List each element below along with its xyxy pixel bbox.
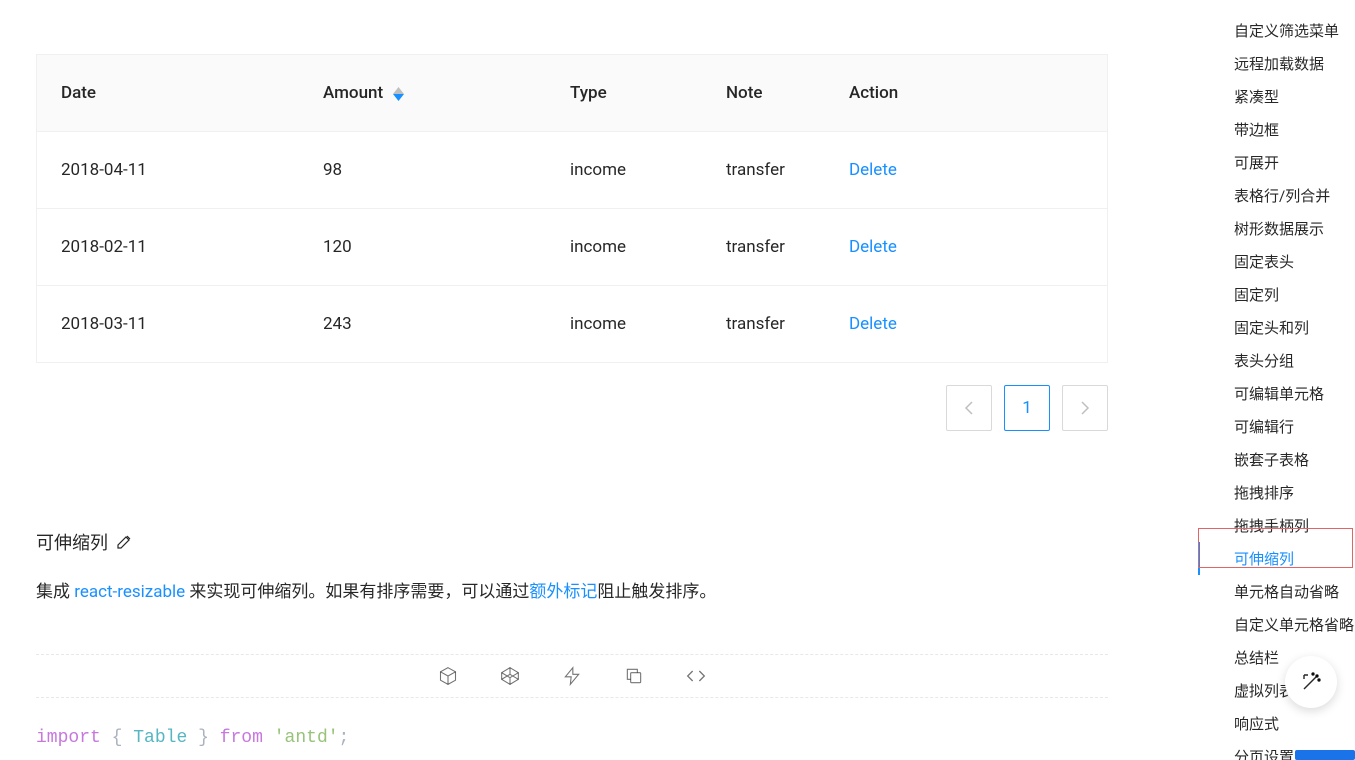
cell-date: 2018-03-11	[37, 286, 299, 363]
theme-editor-fab[interactable]	[1285, 656, 1337, 708]
cell-note: transfer	[702, 132, 825, 209]
sidebar-item[interactable]: 表格行/列合并	[1198, 179, 1355, 212]
sidebar-item[interactable]: 紧凑型	[1198, 80, 1355, 113]
cell-type: income	[546, 132, 702, 209]
sort-icon[interactable]	[393, 87, 404, 101]
sidebar-item[interactable]: 固定表头	[1198, 245, 1355, 278]
copy-icon[interactable]	[623, 665, 645, 687]
sidebar-item[interactable]: 拖拽排序	[1198, 476, 1355, 509]
delete-link[interactable]: Delete	[849, 237, 897, 257]
cell-note: transfer	[702, 286, 825, 363]
codesandbox-icon[interactable]	[437, 665, 459, 687]
sidebar-item[interactable]: 固定列	[1198, 278, 1355, 311]
col-header-date[interactable]: Date	[37, 55, 299, 132]
extra-mark-link[interactable]: 额外标记	[529, 582, 597, 602]
section-description: 集成 react-resizable 来实现可伸缩列。如果有排序需要，可以通过额…	[36, 579, 1109, 606]
stackblitz-icon[interactable]	[561, 665, 583, 687]
sidebar-item[interactable]: 单元格自动省略	[1198, 575, 1355, 608]
sidebar-item[interactable]: 自定义筛选菜单	[1198, 14, 1355, 47]
cell-amount: 98	[299, 132, 546, 209]
codepen-icon[interactable]	[499, 665, 521, 687]
sidebar-item[interactable]: 可编辑行	[1198, 410, 1355, 443]
pagination-prev-button[interactable]	[946, 385, 992, 431]
cell-type: income	[546, 209, 702, 286]
cell-date: 2018-04-11	[37, 132, 299, 209]
sidebar-item[interactable]: 表头分组	[1198, 344, 1355, 377]
data-table: Date Amount Type Note Action	[36, 54, 1108, 363]
pagination-next-button[interactable]	[1062, 385, 1108, 431]
cell-date: 2018-02-11	[37, 209, 299, 286]
anchor-sidebar: 自定义筛选菜单 远程加载数据 紧凑型 带边框 可展开 表格行/列合并 树形数据展…	[1198, 0, 1355, 760]
sidebar-item[interactable]: 自定义单元格省略	[1198, 608, 1355, 641]
sidebar-item-active[interactable]: 可伸缩列	[1198, 542, 1355, 575]
react-resizable-link[interactable]: react-resizable	[74, 582, 185, 602]
table-row: 2018-03-11 243 income transfer Delete	[37, 286, 1107, 363]
code-icon[interactable]	[685, 665, 707, 687]
delete-link[interactable]: Delete	[849, 160, 897, 180]
delete-link[interactable]: Delete	[849, 314, 897, 334]
sidebar-item[interactable]: 固定头和列	[1198, 311, 1355, 344]
sidebar-item[interactable]: 嵌套子表格	[1198, 443, 1355, 476]
code-toolbar	[36, 654, 1108, 698]
table-row: 2018-04-11 98 income transfer Delete	[37, 132, 1107, 209]
pagination-page-1-button[interactable]: 1	[1004, 385, 1050, 431]
table-row: 2018-02-11 120 income transfer Delete	[37, 209, 1107, 286]
sidebar-item[interactable]: 可展开	[1198, 146, 1355, 179]
cell-note: transfer	[702, 209, 825, 286]
sidebar-item[interactable]: 带边框	[1198, 113, 1355, 146]
table-header-row: Date Amount Type Note Action	[37, 55, 1107, 132]
cell-amount: 243	[299, 286, 546, 363]
cell-amount: 120	[299, 209, 546, 286]
sidebar-item[interactable]: 远程加载数据	[1198, 47, 1355, 80]
sidebar-item[interactable]: 树形数据展示	[1198, 212, 1355, 245]
col-header-note[interactable]: Note	[702, 55, 825, 132]
sidebar-item[interactable]: 拖拽手柄列	[1198, 509, 1355, 542]
horizontal-scrollbar-thumb[interactable]	[1295, 750, 1355, 760]
col-header-type[interactable]: Type	[546, 55, 702, 132]
pagination: 1	[36, 385, 1108, 431]
section-title: 可伸缩列	[36, 529, 1109, 555]
col-header-amount[interactable]: Amount	[299, 55, 546, 132]
edit-icon[interactable]	[116, 534, 132, 550]
cell-type: income	[546, 286, 702, 363]
col-header-action: Action	[825, 55, 1107, 132]
sidebar-item[interactable]: 响应式	[1198, 707, 1355, 740]
sidebar-item[interactable]: 可编辑单元格	[1198, 377, 1355, 410]
code-block: import { Table } from 'antd';	[36, 728, 1109, 748]
